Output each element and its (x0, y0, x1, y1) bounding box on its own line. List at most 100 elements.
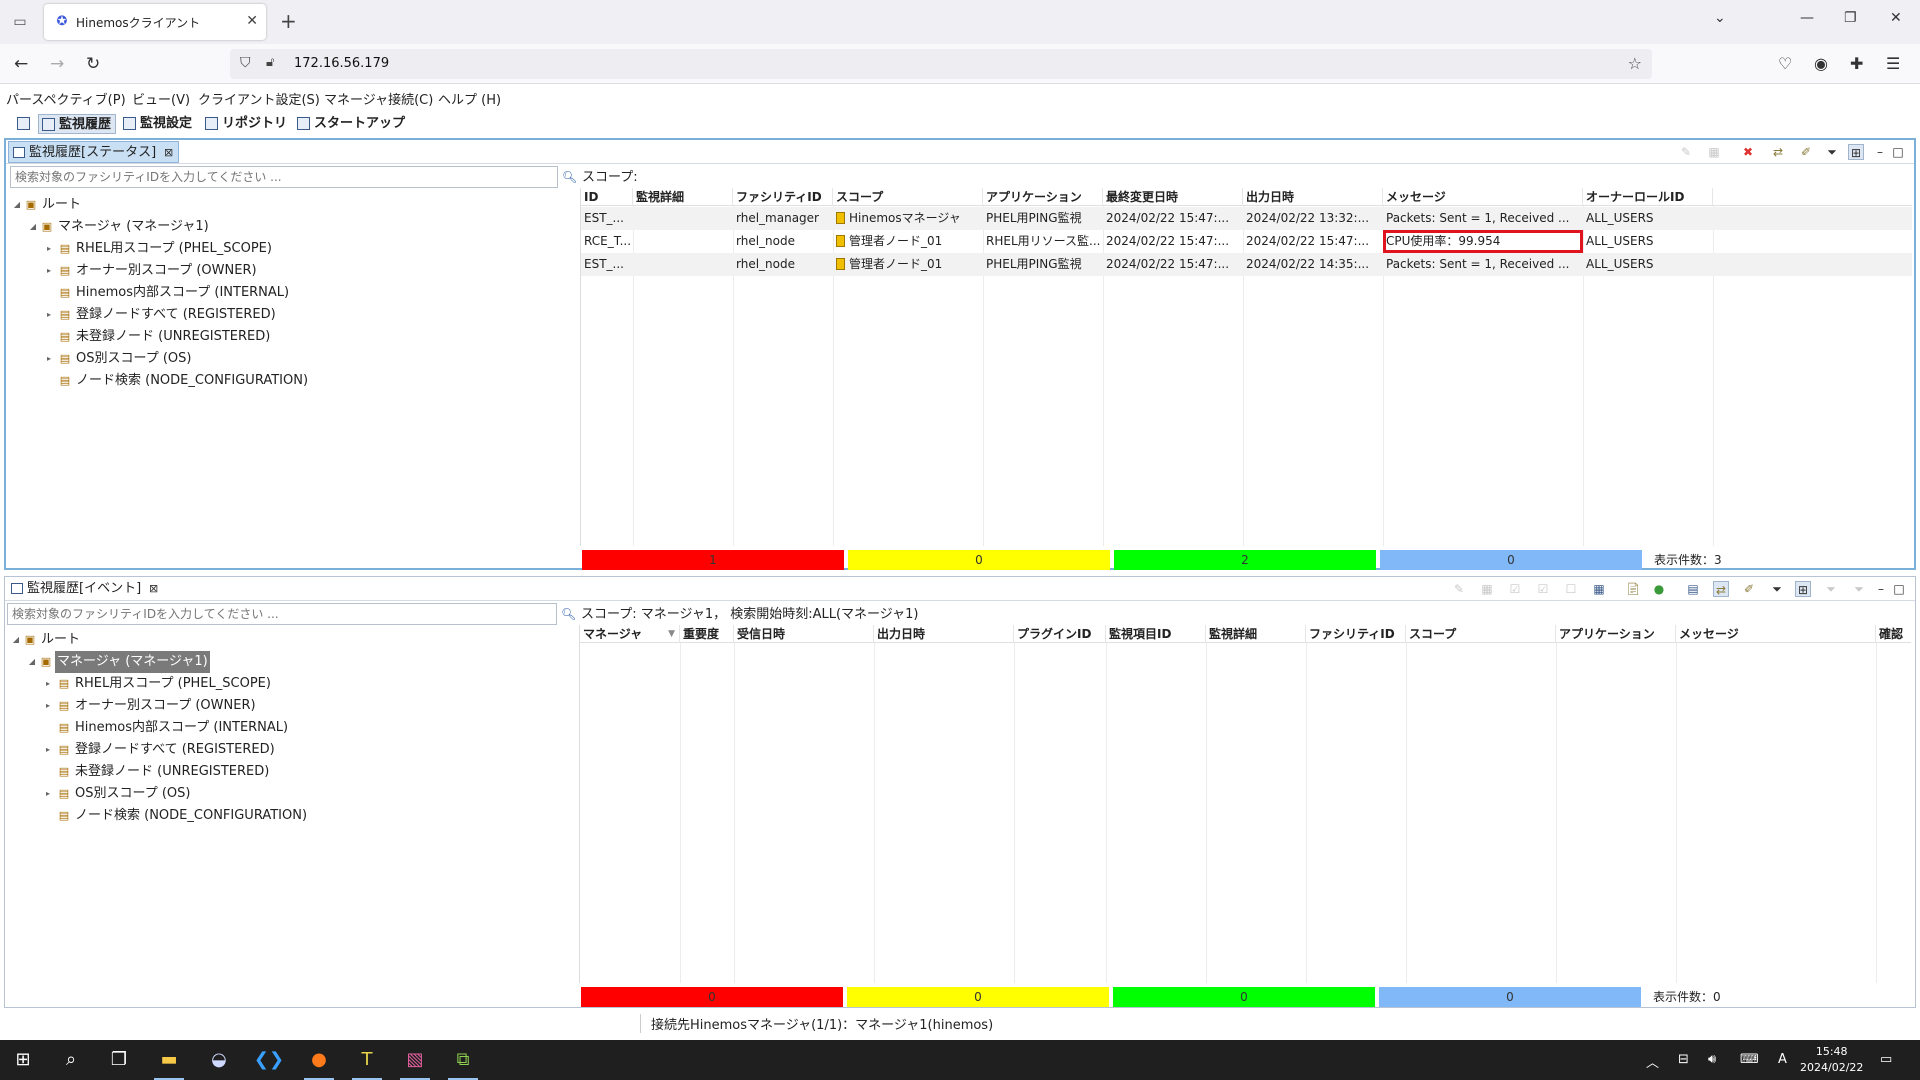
url-text[interactable]: 172.16.56.179 (294, 56, 389, 71)
menu-help[interactable]: ヘルプ (H) (438, 89, 501, 108)
tree-node-root[interactable]: ◢ ▣ ルート (8, 194, 568, 216)
tree-node-root[interactable]: ◢ ▣ ルート (7, 629, 567, 651)
close-view-icon[interactable]: ⊠ (149, 578, 158, 600)
reload-icon[interactable]: ↻ (86, 54, 100, 74)
perspective-repository[interactable]: リポジトリ (202, 114, 291, 134)
col-header[interactable]: メッセージ (1383, 188, 1583, 206)
tree-node-scope[interactable]: ▤ Hinemos内部スコープ (INTERNAL) (7, 717, 567, 739)
tree-node-scope[interactable]: ▤ ノード検索 (NODE_CONFIGURATION) (7, 805, 567, 827)
table-row[interactable]: RCE_T... rhel_node 管理者ノード_01 RHEL用リソース監.… (581, 230, 1912, 253)
col-header[interactable]: マネージャ ▼ (580, 625, 680, 643)
menu-client-settings[interactable]: クライアント設定(S) (198, 89, 320, 108)
search-icon[interactable]: 🔍︎ (561, 607, 576, 621)
network-app-icon[interactable]: ⧉ (440, 1040, 486, 1080)
teraterm-icon[interactable]: T (344, 1040, 390, 1080)
view-minimize-icon[interactable]: – (1873, 581, 1889, 597)
col-header[interactable]: 出力日時 (1243, 188, 1383, 206)
bookmark-star-icon[interactable]: ☆ (1628, 54, 1642, 73)
tree-toggle-icon[interactable]: ⊞ (1795, 581, 1811, 597)
filter-clear-icon[interactable]: ⏷ (1851, 581, 1867, 597)
tray-overflow-icon[interactable]: ︿ (1646, 1052, 1659, 1071)
search-icon[interactable]: ⌕ (48, 1040, 94, 1080)
tree-node-scope[interactable]: ▸ ▤ OS別スコープ (OS) (8, 348, 568, 370)
new-tab-icon[interactable]: + (280, 10, 297, 32)
tab-overflow-icon[interactable]: ⌄ (1714, 10, 1726, 26)
col-header[interactable]: 監視詳細 (1206, 625, 1306, 643)
col-header[interactable]: アプリケーション (1556, 625, 1676, 643)
collapse-icon[interactable]: ▸ (43, 739, 53, 761)
tree-node-scope[interactable]: ▸ ▤ 登録ノードすべて (REGISTERED) (7, 739, 567, 761)
col-header[interactable]: 確認 (1876, 625, 1911, 643)
view-maximize-icon[interactable]: □ (1890, 144, 1906, 160)
collapse-icon[interactable]: ▸ (44, 260, 54, 282)
col-header[interactable]: ファシリティID (733, 188, 833, 206)
account-icon[interactable]: ◉ (1814, 54, 1828, 73)
clock[interactable]: 15:48 2024/02/22 (1800, 1044, 1863, 1076)
forward-icon[interactable]: → (50, 54, 64, 74)
paint-icon[interactable]: ▧ (392, 1040, 438, 1080)
pin-icon[interactable]: ✐ (1798, 144, 1814, 160)
new-document-icon[interactable]: 📄︎ (1625, 581, 1641, 597)
tree-node-scope[interactable]: ▸ ▤ RHEL用スコープ (PHEL_SCOPE) (8, 238, 568, 260)
keyboard-icon[interactable]: ⌨ (1740, 1052, 1759, 1067)
tree-node-scope[interactable]: ▸ ▤ 登録ノードすべて (REGISTERED) (8, 304, 568, 326)
collapse-icon[interactable]: ▸ (43, 783, 53, 805)
perspective-monitor-history[interactable]: 監視履歴 (38, 114, 117, 134)
view-maximize-icon[interactable]: □ (1891, 581, 1907, 597)
confirm-all-icon[interactable]: ☑ (1535, 581, 1551, 597)
browser-tab[interactable]: ✪ Hinemosクライアント ✕ (44, 4, 266, 40)
filter-advanced-icon[interactable]: ⏷ (1823, 581, 1839, 597)
table-icon[interactable]: ▦ (1479, 581, 1495, 597)
col-header[interactable]: 最終変更日時 (1103, 188, 1243, 206)
tree-node-scope[interactable]: ▸ ▤ オーナー別スコープ (OWNER) (8, 260, 568, 282)
pocket-icon[interactable]: ♡ (1778, 54, 1792, 73)
collapse-icon[interactable]: ▸ (44, 304, 54, 326)
col-header[interactable]: オーナーロールID (1583, 188, 1713, 206)
task-view-icon[interactable]: ❐ (96, 1040, 142, 1080)
col-header[interactable]: 重要度 (680, 625, 734, 643)
unconfirm-icon[interactable]: ☐ (1563, 581, 1579, 597)
tree-toggle-icon[interactable]: ⊞ (1848, 144, 1864, 160)
search-icon[interactable]: 🔍︎ (562, 170, 577, 184)
col-header[interactable]: ファシリティID (1306, 625, 1406, 643)
col-header[interactable]: 出力日時 (874, 625, 1014, 643)
tree-node-scope[interactable]: ▸ ▤ OS別スコープ (OS) (7, 783, 567, 805)
tab-event-history[interactable]: 監視履歴[イベント] ⊠ (7, 578, 163, 600)
expand-icon[interactable]: ◢ (28, 216, 38, 238)
notification-icon[interactable]: ▭ (1880, 1052, 1892, 1067)
col-header[interactable]: 受信日時 (734, 625, 874, 643)
col-header[interactable]: プラグインID (1014, 625, 1106, 643)
table-icon[interactable]: ▦ (1706, 144, 1722, 160)
filter-icon[interactable]: ⏷ (1824, 144, 1840, 160)
layout-icon[interactable]: ▤ (1685, 581, 1701, 597)
restore-icon[interactable]: ❐ (1844, 10, 1857, 26)
edit-icon[interactable]: ✎ (1451, 581, 1467, 597)
back-icon[interactable]: ← (14, 54, 28, 74)
menu-manager-connect[interactable]: マネージャ接続(C) (324, 89, 433, 108)
network-icon[interactable]: ⊟ (1678, 1052, 1689, 1067)
col-header[interactable]: スコープ (1406, 625, 1556, 643)
col-header[interactable]: ID (581, 188, 633, 206)
windows-start-icon[interactable]: ⊞ (0, 1040, 46, 1080)
col-header[interactable]: メッセージ (1676, 625, 1876, 643)
firefox-icon[interactable]: ● (296, 1040, 342, 1080)
refresh-icon[interactable]: ⇄ (1770, 144, 1786, 160)
shield-icon[interactable]: ⛉ (240, 55, 251, 71)
event-search-input[interactable] (7, 603, 557, 625)
refresh-icon[interactable]: ⇄ (1713, 581, 1729, 597)
lock-icon[interactable]: 🔓︎ (266, 55, 274, 70)
tab-status-history[interactable]: 監視履歴[ステータス] ⊠ (8, 141, 180, 163)
tab-list-icon[interactable]: ▭ (10, 12, 30, 32)
col-header[interactable]: アプリケーション (983, 188, 1103, 206)
pin-icon[interactable]: ✐ (1741, 581, 1757, 597)
collapse-icon[interactable]: ▸ (44, 238, 54, 260)
col-header[interactable]: スコープ (833, 188, 983, 206)
tree-node-scope[interactable]: ▤ ノード検索 (NODE_CONFIGURATION) (8, 370, 568, 392)
view-minimize-icon[interactable]: – (1872, 144, 1888, 160)
collapse-icon[interactable]: ▸ (43, 695, 53, 717)
eclipse-icon[interactable]: ◒ (196, 1040, 242, 1080)
expand-icon[interactable]: ◢ (12, 194, 22, 216)
open-perspective-button[interactable] (14, 114, 34, 134)
menu-perspective[interactable]: パースペクティブ(P) (6, 89, 126, 108)
perspective-startup[interactable]: スタートアップ (294, 114, 409, 134)
